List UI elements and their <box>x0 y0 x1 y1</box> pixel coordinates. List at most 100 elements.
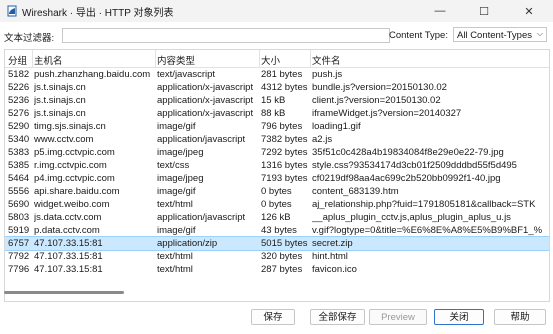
table-row[interactable]: 5226 js.t.sinajs.cn application/x-javascri… <box>5 81 549 94</box>
cell-size: 7193 bytes <box>261 173 308 184</box>
cell-packet-number: 5385 <box>8 160 30 171</box>
content-type-label: Content Type: <box>389 30 448 41</box>
maximize-button[interactable]: ☐ <box>462 0 506 22</box>
table-row[interactable]: 7792 47.107.33.15:81 text/html 320 bytes hin… <box>5 250 549 263</box>
cell-packet-number: 5290 <box>8 121 30 132</box>
cell-size: 7292 bytes <box>261 147 308 158</box>
cell-hostname: www.cctv.com <box>34 134 94 145</box>
close-window-button[interactable]: ✕ <box>507 0 551 22</box>
close-button[interactable]: 关闭 <box>434 309 484 325</box>
cell-packet-number: 5226 <box>8 82 30 93</box>
cell-hostname: 47.107.33.15:81 <box>34 251 103 262</box>
cell-filename: aj_relationship.php?fuid=1791805181&call… <box>312 199 536 210</box>
chevron-down-icon: ⌵ <box>536 29 543 38</box>
cell-hostname: widget.weibo.com <box>34 199 110 210</box>
column-header-packet[interactable]: 分组 <box>8 53 27 67</box>
cell-packet-number: 5340 <box>8 134 30 145</box>
cell-content-type: image/jpeg <box>157 173 204 184</box>
cell-hostname: 47.107.33.15:81 <box>34 238 103 249</box>
cell-content-type: application/zip <box>157 238 218 249</box>
cell-filename: favicon.ico <box>312 264 357 275</box>
window-title: Wireshark · 导出 · HTTP 对象列表 <box>22 8 174 19</box>
cell-hostname: js.t.sinajs.cn <box>34 82 86 93</box>
cell-content-type: image/jpeg <box>157 147 204 158</box>
table-row[interactable]: 5803 js.data.cctv.com application/javascri… <box>5 211 549 224</box>
cell-packet-number: 5464 <box>8 173 30 184</box>
cell-size: 796 bytes <box>261 121 303 132</box>
help-button[interactable]: 帮助 <box>494 309 546 325</box>
column-header-hostname[interactable]: 主机名 <box>34 53 63 67</box>
cell-hostname: api.share.baidu.com <box>34 186 120 197</box>
http-object-table[interactable]: 分组 ⌃ 主机名 内容类型 大小 文件名 5182 push.zhanzhang.… <box>4 49 550 302</box>
cell-content-type: text/javascript <box>157 69 216 80</box>
cell-packet-number: 5236 <box>8 95 30 106</box>
table-row[interactable]: 5690 widget.weibo.com text/html 0 bytes aj_r… <box>5 198 549 211</box>
cell-size: 15 kB <box>261 95 286 106</box>
column-header-size[interactable]: 大小 <box>261 53 280 67</box>
cell-filename: iframeWidget.js?version=20140327 <box>312 108 462 119</box>
column-divider[interactable] <box>155 50 156 67</box>
cell-content-type: text/html <box>157 199 193 210</box>
cell-size: 7382 bytes <box>261 134 308 145</box>
cell-filename: content_683139.htm <box>312 186 399 197</box>
cell-content-type: application/x-javascript <box>157 82 254 93</box>
table-row[interactable]: 5276 js.t.sinajs.cn application/x-javascri… <box>5 107 549 120</box>
cell-hostname: js.data.cctv.com <box>34 212 102 223</box>
table-row[interactable]: 5236 js.t.sinajs.cn application/x-javascri… <box>5 94 549 107</box>
content-type-select[interactable]: All Content-Types ⌵ <box>453 27 547 42</box>
cell-packet-number: 5919 <box>8 225 30 236</box>
cell-packet-number: 5690 <box>8 199 30 210</box>
cell-hostname: js.t.sinajs.cn <box>34 108 86 119</box>
table-row[interactable]: 6757 47.107.33.15:81 application/zip 5015 b… <box>5 236 549 251</box>
horizontal-scrollbar[interactable] <box>4 291 124 294</box>
text-filter-label: 文本过滤器: <box>4 33 55 44</box>
table-row[interactable]: 7796 47.107.33.15:81 text/html 287 bytes fav… <box>5 263 549 276</box>
save-button[interactable]: 保存 <box>251 309 295 325</box>
cell-size: 126 kB <box>261 212 291 223</box>
table-row[interactable]: 5919 p.data.cctv.com image/gif 43 bytes v.gi… <box>5 224 549 237</box>
cell-hostname: js.t.sinajs.cn <box>34 95 86 106</box>
save-all-button[interactable]: 全部保存 <box>310 309 365 325</box>
table-row[interactable]: 5182 push.zhanzhang.baidu.com text/javascr… <box>5 68 549 81</box>
cell-filename: __aplus_plugin_cctv.js,aplus_plugin_aplu… <box>312 212 511 223</box>
table-row[interactable]: 5383 p5.img.cctvpic.com image/jpeg 7292 byt… <box>5 146 549 159</box>
cell-size: 0 bytes <box>261 186 292 197</box>
cell-size: 1316 bytes <box>261 160 308 171</box>
cell-size: 5015 bytes <box>261 238 308 249</box>
table-row[interactable]: 5290 timg.sjs.sinajs.cn image/gif 796 bytes… <box>5 120 549 133</box>
table-row[interactable]: 5385 r.img.cctvpic.com text/css 1316 bytes s… <box>5 159 549 172</box>
cell-content-type: image/gif <box>157 186 196 197</box>
cell-filename: secret.zip <box>312 238 353 249</box>
cell-size: 4312 bytes <box>261 82 308 93</box>
cell-hostname: r.img.cctvpic.com <box>34 160 107 171</box>
cell-packet-number: 7796 <box>8 264 30 275</box>
minimize-button[interactable]: — <box>418 0 462 22</box>
cell-size: 320 bytes <box>261 251 303 262</box>
cell-filename: v.gif?logtype=0&title=%E6%8E%A8%E5%B9%BF… <box>312 225 543 236</box>
column-header-content-type[interactable]: 内容类型 <box>157 53 195 67</box>
table-row[interactable]: 5556 api.share.baidu.com image/gif 0 bytes c… <box>5 185 549 198</box>
cell-filename: hint.html <box>312 251 348 262</box>
cell-hostname: push.zhanzhang.baidu.com <box>34 69 151 80</box>
cell-packet-number: 5803 <box>8 212 30 223</box>
column-header-filename[interactable]: 文件名 <box>312 53 341 67</box>
cell-packet-number: 7792 <box>8 251 30 262</box>
cell-hostname: p.data.cctv.com <box>34 225 100 236</box>
column-divider[interactable] <box>259 50 260 67</box>
cell-hostname: p4.img.cctvpic.com <box>34 173 115 184</box>
table-row[interactable]: 5340 www.cctv.com application/javascript 73… <box>5 133 549 146</box>
cell-hostname: p5.img.cctvpic.com <box>34 147 115 158</box>
cell-size: 287 bytes <box>261 264 303 275</box>
column-divider[interactable] <box>310 50 311 67</box>
text-filter-input[interactable] <box>62 28 390 43</box>
cell-filename: cf0219df98aa4ac699c2b520bb0992f1-40.jpg <box>312 173 501 184</box>
cell-hostname: timg.sjs.sinajs.cn <box>34 121 106 132</box>
table-row[interactable]: 5464 p4.img.cctvpic.com image/jpeg 7193 byt… <box>5 172 549 185</box>
cell-filename: push.js <box>312 69 343 80</box>
preview-button[interactable]: Preview <box>369 309 427 325</box>
cell-filename: style.css?93534174d3cb01f2509dddbd55f5d4… <box>312 160 517 171</box>
cell-filename: loading1.gif <box>312 121 361 132</box>
sort-ascending-icon: ⌃ <box>16 49 22 55</box>
column-divider[interactable] <box>32 50 33 67</box>
title-bar: Wireshark · 导出 · HTTP 对象列表 — ☐ ✕ <box>0 0 553 22</box>
